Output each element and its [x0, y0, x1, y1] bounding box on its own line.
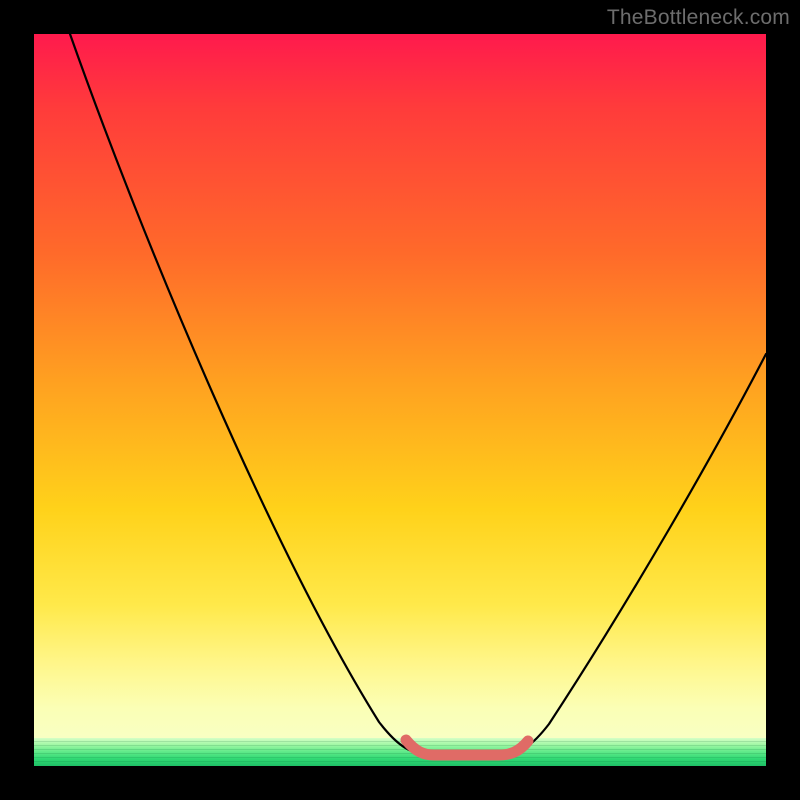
curve-highlight-segment — [406, 740, 528, 755]
bottleneck-curve-svg — [34, 34, 766, 766]
curve-left-branch — [70, 34, 429, 754]
curve-right-branch — [504, 354, 766, 754]
watermark-text: TheBottleneck.com — [607, 6, 790, 30]
chart-frame: TheBottleneck.com — [0, 0, 800, 800]
